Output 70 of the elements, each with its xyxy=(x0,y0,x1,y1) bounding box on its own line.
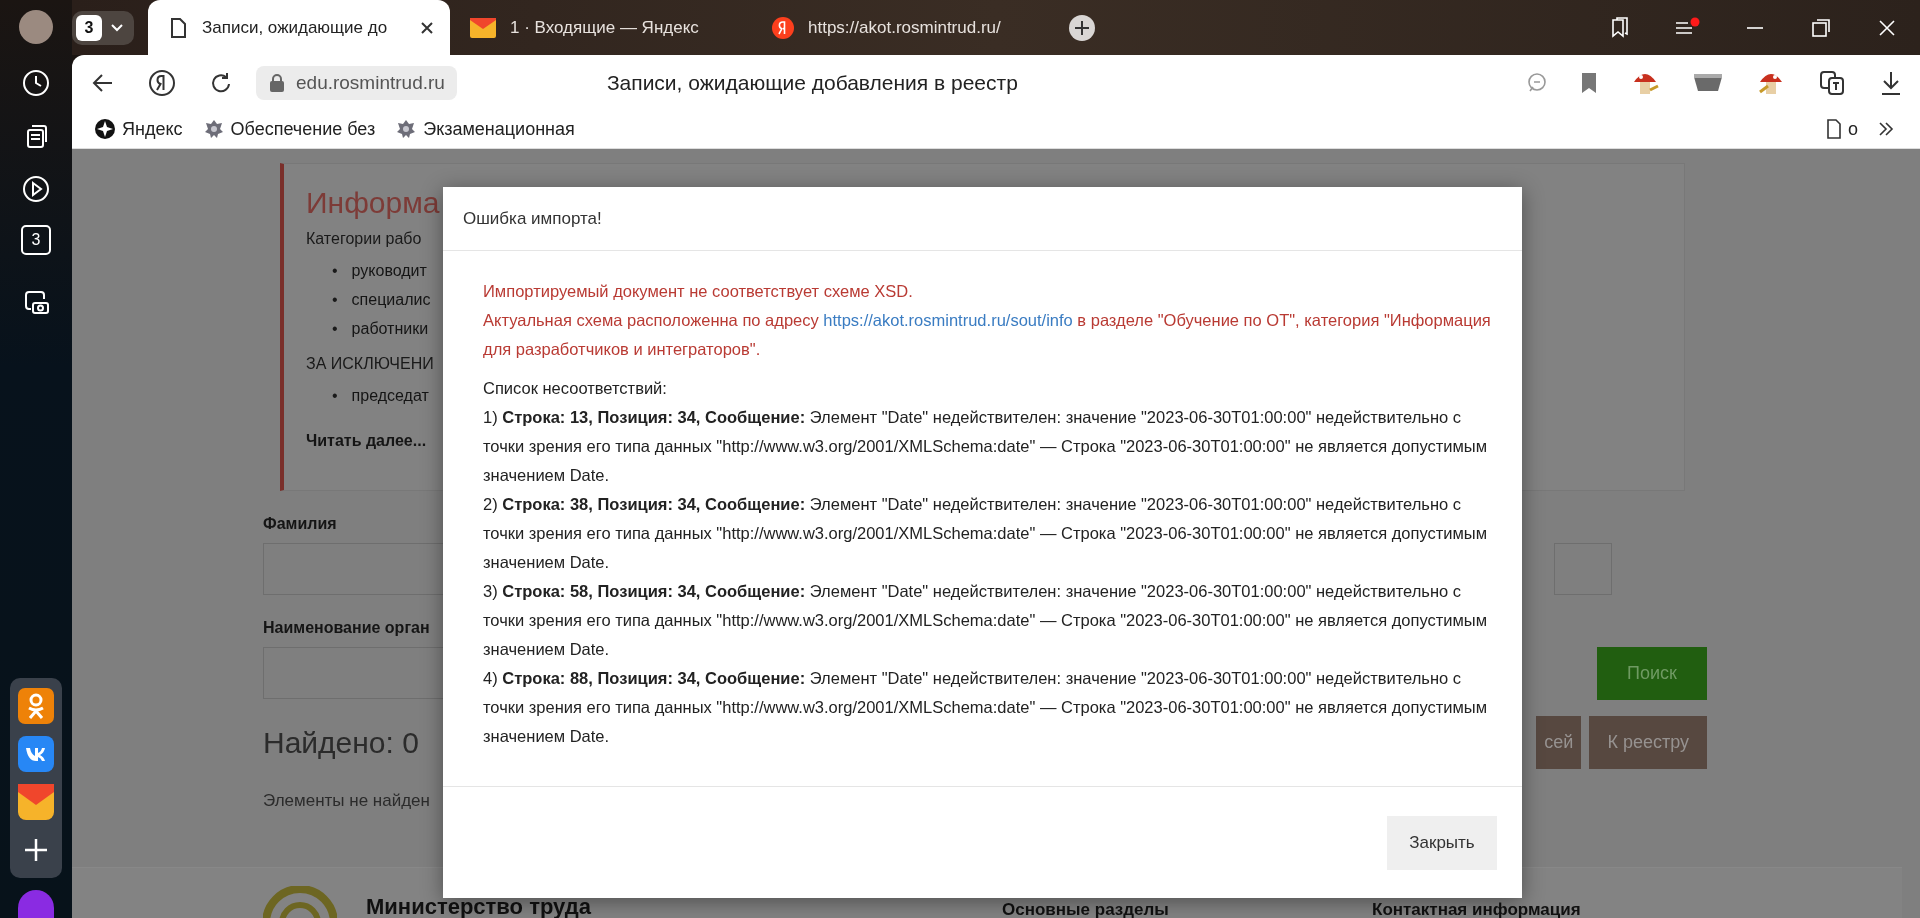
close-button[interactable]: Закрыть xyxy=(1387,815,1497,870)
tab-title: https://akot.rosmintrud.ru/ xyxy=(808,17,1002,38)
yandex-icon xyxy=(772,16,794,39)
bullet: • xyxy=(332,319,338,339)
bookmark[interactable]: Экзаменационная xyxy=(395,118,575,140)
address-field[interactable]: edu.rosmintrud.ru xyxy=(256,65,457,100)
list-item: работники xyxy=(351,319,429,339)
lock-icon xyxy=(268,72,286,93)
document-icon xyxy=(168,16,188,39)
dialog-title: Ошибка импорта! xyxy=(443,187,1522,251)
chat-bubble-icon[interactable] xyxy=(1526,71,1548,94)
document-icon xyxy=(1826,119,1842,139)
footer-heading: Основные разделы xyxy=(1002,900,1169,918)
field-label: Фамилия xyxy=(263,515,337,533)
url-text: edu.rosmintrud.ru xyxy=(296,71,445,94)
info-text: ЗА ИСКЛЮЧЕНИ xyxy=(306,355,434,373)
close-icon[interactable] xyxy=(420,20,434,35)
bookmark-icon[interactable] xyxy=(1580,70,1598,95)
input-field[interactable] xyxy=(263,543,443,595)
translate-icon[interactable] xyxy=(1818,68,1846,97)
avatar[interactable] xyxy=(19,10,53,44)
bullet: • xyxy=(332,290,338,310)
info-heading: Информа xyxy=(306,186,440,220)
bullet: • xyxy=(332,386,338,406)
ok-icon[interactable] xyxy=(18,688,54,724)
list-title: Список несоответствий: xyxy=(483,378,668,399)
error-text: Актуальная схема расположенна по адресу https://akot.rosmintrud.ru/sout/info в разделе "Обучение по ОТ", категория "Информация для разработчиков и интеграторов". xyxy=(483,310,1492,360)
input-field[interactable] xyxy=(263,647,443,699)
footer-title: Министерство труда xyxy=(366,894,591,918)
list-item: руководит xyxy=(351,261,427,281)
tab-group-button[interactable]: 3 xyxy=(72,10,134,45)
envelope-icon xyxy=(470,17,496,38)
yandex-icon[interactable] xyxy=(148,68,176,97)
error-item: 3) Строка: 58, Позиция: 34, Сообщение: Элемент "Date" недействителен: значение "2023-06-30T01:00:00" недействительно с точки зрения его типа данных "http://www.w3.org/2001/XMLSchema:date" — Строка "2023-06-30T01:00:00" не является допустимым значением Date. xyxy=(483,581,1489,660)
emblem-icon xyxy=(395,118,418,140)
chevron-down-icon xyxy=(110,22,124,33)
bookmark[interactable]: Яндекс xyxy=(94,118,183,140)
results-count: Найдено: 0 xyxy=(263,725,419,760)
empty-message: Элементы не найден xyxy=(263,791,431,811)
field-label: Наименование орган xyxy=(263,619,430,637)
new-tab-icon[interactable] xyxy=(1068,13,1096,42)
read-more-link[interactable]: Читать далее... xyxy=(306,432,427,450)
error-item: 4) Строка: 88, Позиция: 34, Сообщение: Элемент "Date" недействителен: значение "2023-06-30T01:00:00" недействительно с точки зрения его типа данных "http://www.w3.org/2001/XMLSchema:date" — Строка "2023-06-30T01:00:00" не является допустимым значением Date. xyxy=(483,668,1489,747)
maximize-icon[interactable] xyxy=(1810,16,1832,39)
bookmark[interactable]: Обеспечение без xyxy=(202,118,376,140)
star-badge-icon xyxy=(94,118,116,140)
tab-title: 1 · Входящие — Яндекс xyxy=(510,17,700,38)
error-item: 2) Строка: 38, Позиция: 34, Сообщение: Элемент "Date" недействителен: значение "2023-06-30T01:00:00" недействительно с точки зрения его типа данных "http://www.w3.org/2001/XMLSchema:date" — Строка "2023-06-30T01:00:00" не является допустимым значением Date. xyxy=(483,494,1489,573)
browser-tab[interactable]: Записи, ожидающие до xyxy=(148,0,450,55)
vk-icon[interactable] xyxy=(18,736,54,772)
page-title: Записи, ожидающие добавления в реестр xyxy=(606,70,1018,95)
footer-heading: Контактная информация xyxy=(1372,900,1581,918)
tab-title: Записи, ожидающие до xyxy=(202,17,389,38)
browser-tab[interactable]: 1 · Входящие — Яндекс xyxy=(450,0,752,55)
browser-tab[interactable]: https://akot.rosmintrud.ru/ xyxy=(752,0,1054,55)
tab-group-count: 3 xyxy=(76,14,102,41)
schema-link[interactable]: https://akot.rosmintrud.ru/sout/info xyxy=(823,311,1073,329)
info-text: Категории рабо xyxy=(306,230,422,248)
play-icon[interactable] xyxy=(21,174,51,204)
tab-count-button[interactable]: 3 xyxy=(21,225,51,255)
other-bookmarks[interactable]: о xyxy=(1826,118,1858,140)
bullet: • xyxy=(332,261,338,281)
error-item: 1) Строка: 13, Позиция: 34, Сообщение: Элемент "Date" недействителен: значение "2023-06-30T01:00:00" недействительно с точки зрения его типа данных "http://www.w3.org/2001/XMLSchema:date" — Строка "2023-06-30T01:00:00" не является допустимым значением Date. xyxy=(483,407,1489,486)
clock-icon[interactable] xyxy=(21,68,51,98)
assistant-button[interactable] xyxy=(18,890,54,918)
list-item: председат xyxy=(351,386,429,406)
ministry-logo-icon xyxy=(263,886,337,918)
list-item: специалис xyxy=(351,290,431,310)
error-text: Импортируемый документ не соответствует схеме XSD. xyxy=(483,281,914,302)
chevrons-right-icon[interactable] xyxy=(1878,121,1894,137)
